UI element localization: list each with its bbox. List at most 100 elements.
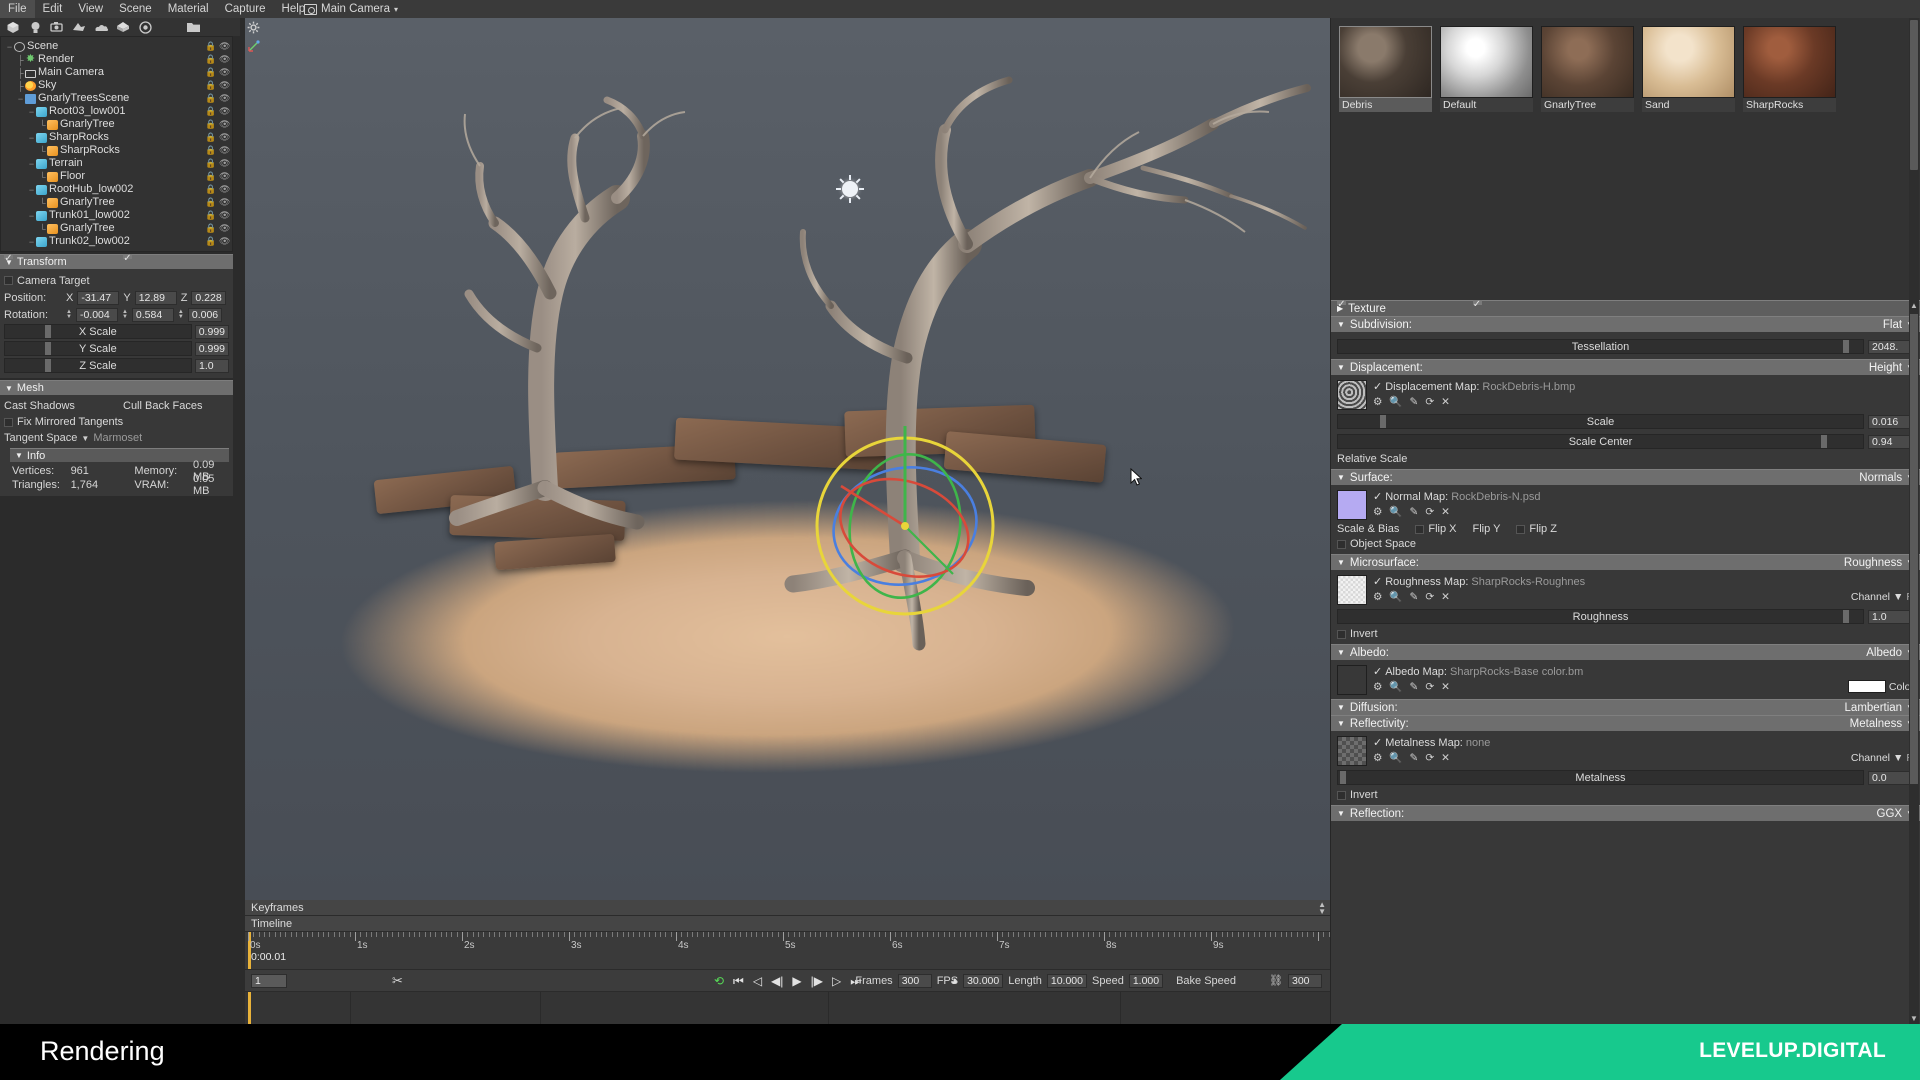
- map-remove-icon[interactable]: ✕: [1441, 506, 1450, 518]
- y-scale-row[interactable]: Y Scale 0.999: [4, 340, 229, 357]
- material-properties-panel[interactable]: ▶ Texture ▼ Subdivision: Flat ▼ Tessella…: [1330, 300, 1920, 1024]
- link-icon[interactable]: ⛓: [1269, 974, 1283, 987]
- viewport-3d[interactable]: [245, 18, 1330, 900]
- object-icon[interactable]: [3, 19, 23, 36]
- x-scale-row[interactable]: X Scale 0.999: [4, 323, 229, 340]
- menu-material[interactable]: Material: [160, 0, 217, 18]
- fps-input[interactable]: 30.000: [963, 974, 1003, 988]
- metalness-channel-dropdown[interactable]: Channel ▼ R: [1851, 752, 1914, 764]
- microsurface-mode-dropdown[interactable]: Roughness ▼: [1844, 557, 1914, 569]
- tree-branch-icon[interactable]: └: [38, 172, 47, 182]
- normal-map-file[interactable]: RockDebris-N.psd: [1451, 491, 1540, 503]
- camera-icon[interactable]: [47, 19, 67, 36]
- tree-branch-icon[interactable]: ├: [16, 81, 25, 91]
- visibility-icon[interactable]: 👁: [219, 145, 228, 156]
- lock-icon[interactable]: 🔒: [205, 80, 214, 91]
- outliner-row-sharprocks[interactable]: −SharpRocks🔒👁: [1, 131, 232, 144]
- outliner-row-render[interactable]: ├✸Render🔒👁: [1, 53, 232, 66]
- menu-file[interactable]: File: [0, 0, 35, 18]
- transform-gizmo[interactable]: [805, 426, 1005, 626]
- material-thumbnail[interactable]: [1743, 26, 1836, 98]
- tree-branch-icon[interactable]: └: [38, 120, 47, 130]
- map-settings-icon[interactable]: ⚙: [1373, 396, 1382, 408]
- z-scale-slider[interactable]: Z Scale: [4, 358, 192, 373]
- rotation-y-stepper[interactable]: ▲▼: [122, 310, 128, 320]
- reflectivity-mode-dropdown[interactable]: Metalness ▼: [1850, 718, 1914, 730]
- tree-branch-icon[interactable]: −: [27, 133, 36, 143]
- rotation-x-input[interactable]: -0.004: [76, 308, 118, 322]
- map-reload-icon[interactable]: ⟳: [1425, 752, 1434, 764]
- map-reload-icon[interactable]: ⟳: [1425, 396, 1434, 408]
- keyframes-bar[interactable]: Keyframes ▲▼: [245, 900, 1330, 916]
- displacement-map-thumbnail[interactable]: [1337, 380, 1367, 410]
- mesh-section-header[interactable]: ▼ Mesh: [0, 380, 233, 395]
- metalness-invert-checkbox[interactable]: Invert: [1337, 789, 1378, 801]
- tree-branch-icon[interactable]: └: [38, 146, 47, 156]
- timeline-bar[interactable]: Timeline: [245, 916, 1330, 932]
- light-gizmo[interactable]: [837, 176, 863, 202]
- map-settings-icon[interactable]: ⚙: [1373, 506, 1382, 518]
- lock-icon[interactable]: 🔒: [205, 223, 214, 234]
- loop-toggle-button[interactable]: ⟲: [714, 975, 724, 987]
- roughness-slider[interactable]: Roughness: [1337, 609, 1864, 624]
- surface-section-header[interactable]: ▼ Surface: Normals ▼: [1331, 469, 1920, 485]
- map-edit-icon[interactable]: ✎: [1410, 681, 1419, 693]
- roughness-map-thumbnail[interactable]: [1337, 575, 1367, 605]
- visibility-icon[interactable]: 👁: [219, 80, 228, 91]
- scale-bias-checkbox[interactable]: ✓ Scale & Bias: [1337, 523, 1399, 535]
- map-reload-icon[interactable]: ⟳: [1425, 591, 1434, 603]
- relative-scale-checkbox[interactable]: ✓ Relative Scale: [1337, 453, 1407, 465]
- lock-icon[interactable]: 🔒: [205, 236, 214, 247]
- map-settings-icon[interactable]: ⚙: [1373, 752, 1382, 764]
- lock-icon[interactable]: 🔒: [205, 145, 214, 156]
- tree-branch-icon[interactable]: −: [16, 94, 25, 104]
- tessellation-value[interactable]: 2048.: [1868, 340, 1914, 354]
- albedo-mode-dropdown[interactable]: Albedo ▼: [1866, 647, 1914, 659]
- z-scale-row[interactable]: Z Scale 1.0: [4, 357, 229, 374]
- jump-start-button[interactable]: ⏮: [733, 975, 744, 987]
- scale-center-slider[interactable]: Scale Center: [1337, 434, 1864, 449]
- outliner-row-gnarlytree[interactable]: └GnarlyTree🔒👁: [1, 196, 232, 209]
- lock-icon[interactable]: 🔒: [205, 54, 214, 65]
- visibility-icon[interactable]: 👁: [219, 132, 228, 143]
- step-back-button[interactable]: ◀|: [771, 975, 783, 987]
- map-settings-icon[interactable]: ⚙: [1373, 591, 1382, 603]
- flip-x-checkbox[interactable]: Flip X: [1415, 523, 1456, 535]
- slider-handle[interactable]: [1843, 340, 1849, 353]
- slider-handle[interactable]: [45, 342, 51, 355]
- outliner-row-terrain[interactable]: −Terrain🔒👁: [1, 157, 232, 170]
- cast-shadows-checkbox[interactable]: ✓ Cast Shadows: [4, 400, 119, 412]
- camera-target-checkbox[interactable]: Camera Target: [4, 275, 90, 287]
- check-mark-icon[interactable]: ✓: [1373, 490, 1382, 503]
- outliner-row-scene[interactable]: −Scene🔒👁: [1, 40, 232, 53]
- normal-map-thumbnail[interactable]: [1337, 490, 1367, 520]
- tree-branch-icon[interactable]: └: [38, 224, 47, 234]
- material-item-gnarlytree[interactable]: GnarlyTree: [1541, 26, 1634, 112]
- visibility-icon[interactable]: 👁: [219, 41, 228, 52]
- visibility-icon[interactable]: 👁: [219, 119, 228, 130]
- tree-branch-icon[interactable]: −: [27, 237, 36, 247]
- render-icon[interactable]: [135, 19, 155, 36]
- material-browser-scrollbar[interactable]: [1909, 18, 1919, 300]
- y-scale-slider[interactable]: Y Scale: [4, 341, 192, 356]
- folder-icon[interactable]: [183, 19, 203, 36]
- scene-outliner[interactable]: −Scene🔒👁├✸Render🔒👁├Main Camera🔒👁├Sky🔒👁−G…: [0, 36, 233, 252]
- microsurface-section-header[interactable]: ▼ Microsurface: Roughness ▼: [1331, 554, 1920, 570]
- settings-icon[interactable]: [244, 18, 262, 36]
- material-thumbnail[interactable]: [1642, 26, 1735, 98]
- step-forward-button[interactable]: |▶: [811, 975, 823, 987]
- material-item-debris[interactable]: Debris: [1339, 26, 1432, 112]
- bake-speed-label[interactable]: Bake Speed: [1176, 975, 1236, 987]
- map-search-icon[interactable]: 🔍: [1389, 751, 1402, 764]
- roughness-channel-dropdown[interactable]: Channel ▼ R: [1851, 591, 1914, 603]
- lock-icon[interactable]: 🔒: [205, 210, 214, 221]
- slider-handle[interactable]: [1340, 771, 1346, 784]
- tangent-space-row[interactable]: Tangent Space ▼ Marmoset: [4, 430, 229, 446]
- rotation-z-stepper[interactable]: ▲▼: [178, 310, 184, 320]
- visibility-icon[interactable]: 👁: [219, 223, 228, 234]
- prev-keyframe-button[interactable]: ◁: [753, 975, 762, 987]
- material-browser[interactable]: ✛❖✳🗀🗑🔗🏷◍ - / - DebrisDefaultGnarlyTreeSa…: [1330, 0, 1920, 300]
- position-z-input[interactable]: 0.228: [191, 291, 225, 305]
- tessellation-slider[interactable]: Tessellation: [1337, 339, 1864, 354]
- albedo-map-thumbnail[interactable]: [1337, 665, 1367, 695]
